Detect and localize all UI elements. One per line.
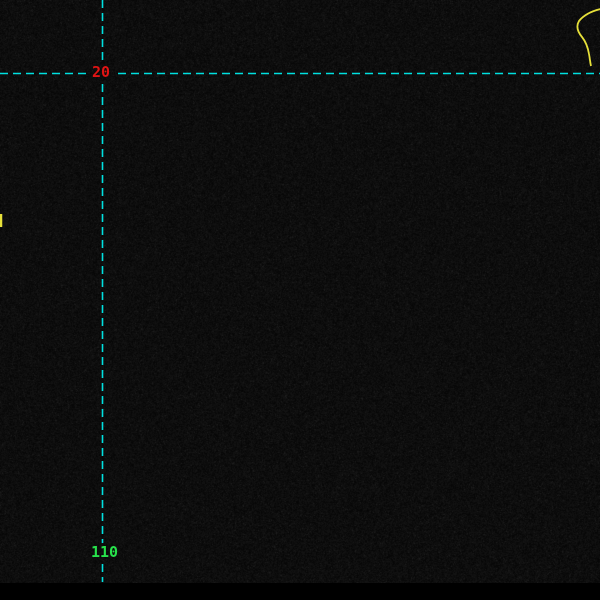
latitude-label: 20 [92, 64, 110, 80]
status-bar: 10001 G-15 IMG 1 3 OCT 14276 011500 0765… [0, 583, 600, 600]
mcidas-image-viewer: 20 110 10001 G-15 IMG 1 3 OCT 14276 0115… [0, 0, 600, 600]
coastline-outline [577, 9, 600, 66]
map-overlay [0, 0, 600, 600]
longitude-label: 110 [91, 544, 118, 560]
